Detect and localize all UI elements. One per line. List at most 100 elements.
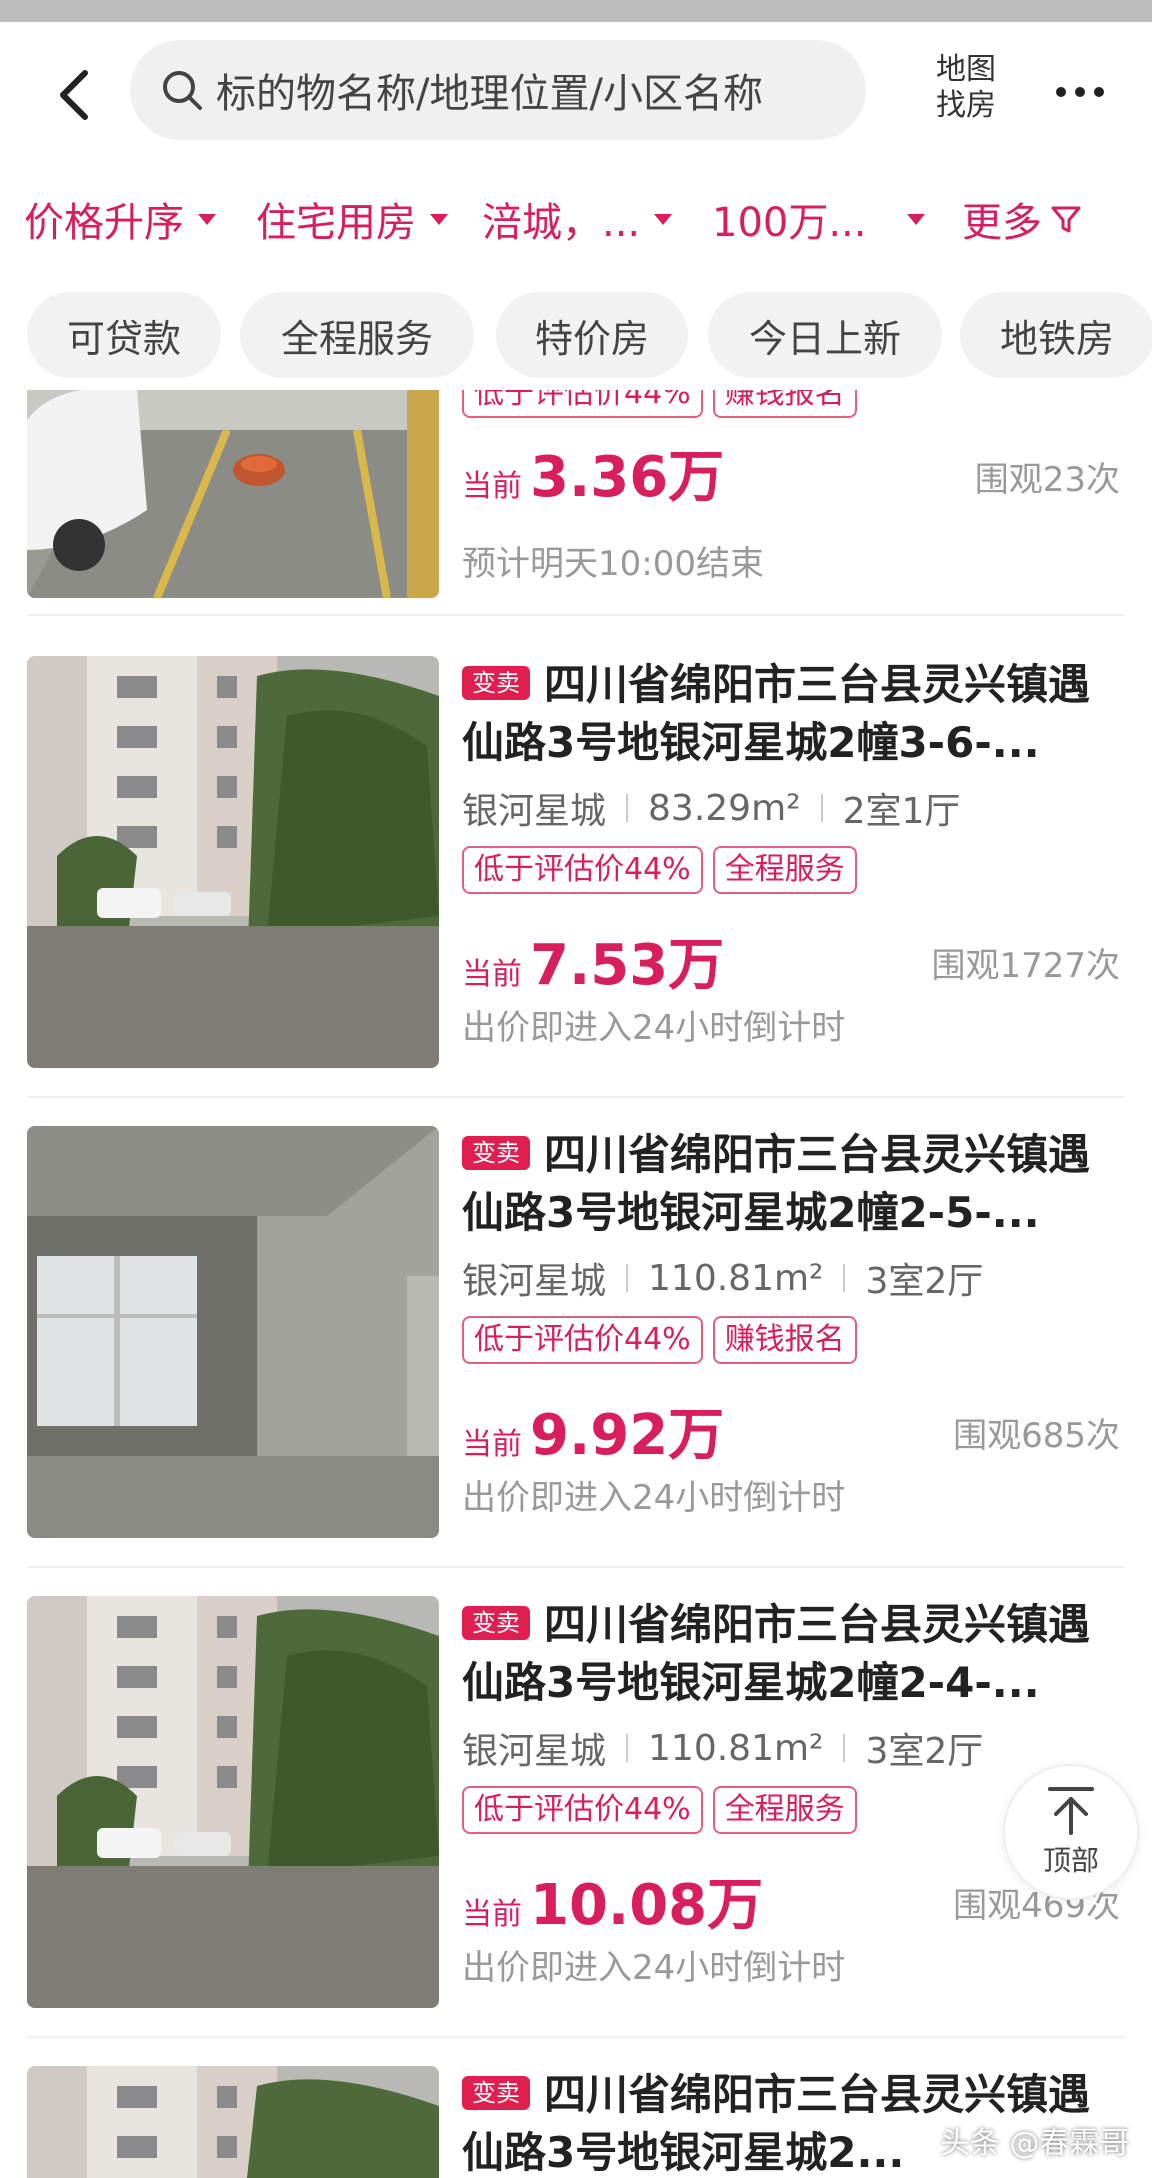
listing-title: 变卖 四川省绵阳市三台县灵兴镇遇仙路3号地银河星城2幢2-4-...	[462, 1596, 1122, 1716]
chip-loanable[interactable]: 可贷款	[27, 292, 221, 378]
search-input[interactable]: 标的物名称/地理位置/小区名称	[130, 40, 866, 140]
caret-down-icon	[654, 213, 673, 225]
search-icon	[163, 71, 202, 110]
price-value: 7.53万	[530, 933, 725, 998]
tag-below-appraisal: 低于评估价44%	[462, 390, 703, 418]
filter-icon	[1051, 206, 1081, 233]
price-label: 当前	[462, 469, 522, 504]
separator	[843, 1734, 846, 1762]
listing-views: 围观685次	[953, 1416, 1120, 1456]
listing-note: 出价即进入24小时倒计时	[462, 1008, 846, 1048]
dot-icon	[1075, 87, 1085, 97]
listing-price: 当前 9.92万	[462, 1390, 724, 1471]
filter-label: 价格升序	[24, 200, 184, 246]
divider	[27, 1566, 1125, 1568]
price-value: 9.92万	[530, 1403, 725, 1468]
chip-full-service[interactable]: 全程服务	[240, 292, 474, 378]
badge-resale: 变卖	[462, 2076, 530, 2110]
arrow-up-icon	[1048, 1787, 1094, 1835]
listing-note: 出价即进入24小时倒计时	[462, 1948, 846, 1988]
listing-price: 当前 7.53万	[462, 920, 724, 1001]
listing-area: 110.81m²	[648, 1257, 824, 1299]
community-name: 银河星城	[462, 1261, 607, 1302]
listing-thumbnail	[27, 390, 439, 598]
listing-note: 出价即进入24小时倒计时	[462, 1478, 846, 1518]
chip-new-today[interactable]: 今日上新	[708, 292, 942, 378]
chevron-left-icon	[60, 70, 88, 120]
filter-sort[interactable]: 价格升序	[24, 190, 216, 248]
back-button[interactable]	[40, 60, 110, 130]
tag-full-service: 全程服务	[712, 1786, 857, 1834]
badge-resale: 变卖	[462, 1606, 530, 1640]
caret-down-icon	[906, 213, 925, 225]
more-options-button[interactable]	[1040, 62, 1120, 122]
listing-title-text: 四川省绵阳市三台县灵兴镇遇仙路3号地银河星城2幢2-5-...	[462, 1130, 1091, 1237]
watermark: 头条 @春霖哥	[940, 2126, 1130, 2161]
filter-label: 涪城，...	[482, 200, 641, 246]
tag-earn-signup: 赚钱报名	[712, 390, 857, 418]
listing-area: 110.81m²	[648, 1727, 824, 1769]
map-label-line1: 地图	[936, 52, 996, 87]
separator	[626, 794, 629, 822]
divider	[27, 614, 1125, 616]
filter-bar: 价格升序 住宅用房 涪城，... 100万... 更多	[0, 162, 1152, 272]
community-name: 银河星城	[462, 791, 607, 832]
listing-price: 当前 10.08万	[462, 1860, 763, 1941]
listing-title-text: 四川省绵阳市三台县灵兴镇遇仙路3号地银河星城2幢2-4-...	[462, 1600, 1091, 1707]
filter-label: 更多	[962, 200, 1042, 246]
listing-layout: 3室2厅	[865, 1261, 984, 1302]
listing-layout: 3室2厅	[865, 1731, 984, 1772]
listing-card[interactable]: 低于评估价44% 赚钱报名 当前 3.36万 围观23次 预计明天10:00结束	[0, 390, 1152, 600]
separator	[626, 1264, 629, 1292]
listing-thumbnail	[27, 656, 439, 1068]
listing-card[interactable]: 变卖 四川省绵阳市三台县灵兴镇遇仙路3号地银河星城2幢3-6-... 银河星城 83…	[0, 656, 1152, 1076]
listing-tags: 低于评估价44% 全程服务	[462, 1786, 857, 1834]
listing-title: 变卖 四川省绵阳市三台县灵兴镇遇仙路3号地银河星城2幢3-6-...	[462, 656, 1122, 776]
dot-icon	[1056, 87, 1066, 97]
price-label: 当前	[462, 1427, 522, 1462]
filter-region[interactable]: 涪城，...	[482, 190, 673, 248]
listing-thumbnail	[27, 1126, 439, 1538]
listing-meta: 银河星城 83.29m² 2室1厅	[462, 782, 960, 834]
tag-below-appraisal: 低于评估价44%	[462, 1316, 703, 1364]
listing-thumbnail	[27, 2066, 439, 2178]
status-bar	[0, 0, 1152, 22]
listing-card[interactable]: 变卖 四川省绵阳市三台县灵兴镇遇仙路3号地银河星城2幢2-5-... 银河星城 11…	[0, 1126, 1152, 1546]
chip-special-price[interactable]: 特价房	[496, 292, 688, 378]
listing-meta: 银河星城 110.81m² 3室2厅	[462, 1252, 983, 1304]
filter-property-type[interactable]: 住宅用房	[256, 190, 448, 248]
tag-full-service: 全程服务	[712, 846, 857, 894]
badge-resale: 变卖	[462, 666, 530, 700]
listing-title: 变卖 四川省绵阳市三台县灵兴镇遇仙路3号地银河星城2幢2-5-...	[462, 1126, 1122, 1246]
community-name: 银河星城	[462, 1731, 607, 1772]
tag-below-appraisal: 低于评估价44%	[462, 846, 703, 894]
divider	[27, 2036, 1125, 2038]
separator	[820, 794, 823, 822]
chip-metro[interactable]: 地铁房	[960, 292, 1152, 378]
tag-earn-signup: 赚钱报名	[712, 1316, 857, 1364]
listing-note: 预计明天10:00结束	[462, 544, 764, 584]
divider	[27, 1096, 1125, 1098]
listing-views: 围观1727次	[931, 946, 1120, 986]
back-to-top-label: 顶部	[1042, 1844, 1099, 1877]
search-placeholder: 标的物名称/地理位置/小区名称	[216, 71, 763, 117]
map-search-button[interactable]: 地图 找房	[918, 52, 1014, 124]
badge-resale: 变卖	[462, 1136, 530, 1170]
listing-tags: 低于评估价44% 赚钱报名	[462, 1316, 857, 1364]
listing-card[interactable]: 变卖 四川省绵阳市三台县灵兴镇遇仙路3号地银河星城2幢2-4-... 银河星城 11…	[0, 1596, 1152, 2016]
listing-thumbnail	[27, 1596, 439, 2008]
map-label-line2: 找房	[936, 88, 996, 123]
filter-price[interactable]: 100万...	[712, 190, 925, 248]
back-to-top-button[interactable]: 顶部	[1003, 1764, 1139, 1900]
listing-layout: 2室1厅	[842, 791, 961, 832]
caret-down-icon	[430, 213, 448, 225]
header: 标的物名称/地理位置/小区名称 地图 找房	[0, 22, 1152, 162]
price-value: 3.36万	[530, 445, 725, 510]
separator	[626, 1734, 629, 1762]
listing-tags: 低于评估价44% 全程服务	[462, 846, 857, 894]
listing-title-text: 四川省绵阳市三台县灵兴镇遇仙路3号地银河星城2幢3-6-...	[462, 660, 1091, 767]
filter-more[interactable]: 更多	[962, 190, 1082, 248]
price-label: 当前	[462, 957, 522, 992]
listing-area: 83.29m²	[648, 787, 801, 829]
filter-label: 住宅用房	[256, 200, 416, 246]
